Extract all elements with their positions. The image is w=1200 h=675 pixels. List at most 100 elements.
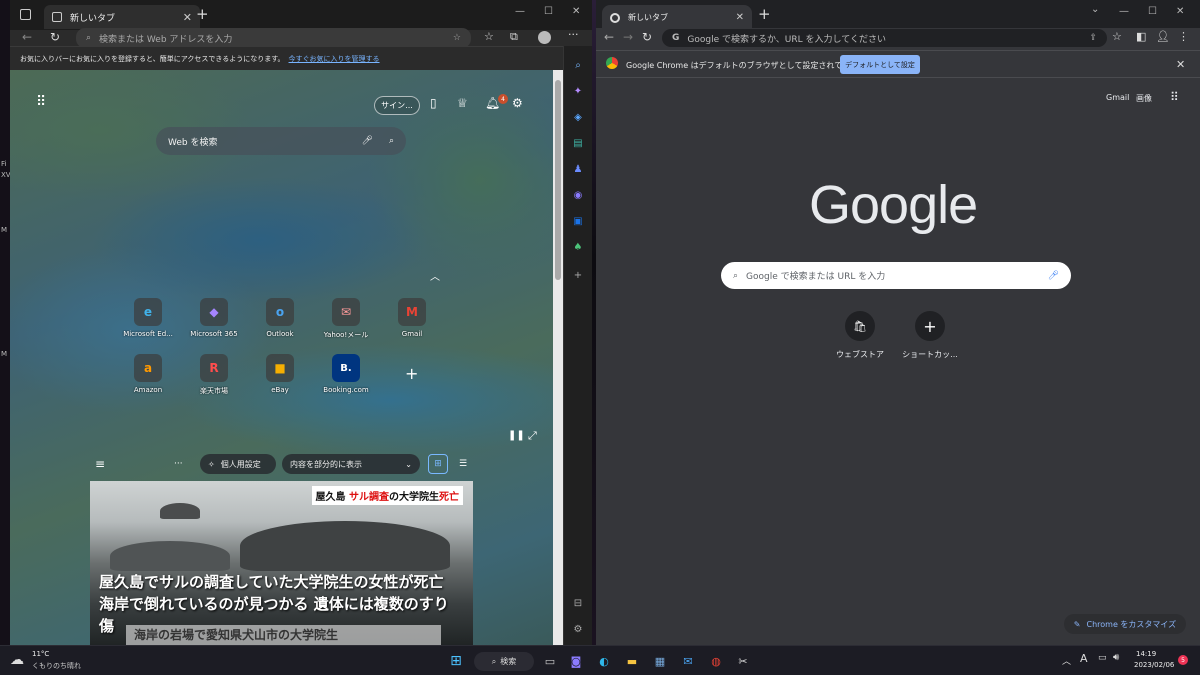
manage-favorites-link[interactable]: 今すぐお気に入りを管理する xyxy=(289,54,380,64)
apps-grid-icon[interactable]: ⠿ xyxy=(1170,90,1179,104)
list-view-icon[interactable]: ☰ xyxy=(453,454,473,474)
more-icon[interactable]: ··· xyxy=(174,459,183,469)
discover-icon[interactable]: ✦ xyxy=(571,84,585,98)
taskbar-search-button[interactable]: ⌕ 検索 xyxy=(474,652,534,671)
snipping-tool-icon[interactable]: ✂ xyxy=(733,651,753,671)
volume-icon[interactable]: 🔊︎ xyxy=(1113,652,1119,663)
quick-link-tile[interactable]: R 楽天市場 xyxy=(183,354,245,396)
m365-icon[interactable]: ◉ xyxy=(571,188,585,202)
quick-link-tile[interactable]: a Amazon xyxy=(117,354,179,394)
share-icon[interactable]: ⇪ xyxy=(1089,33,1097,43)
quick-link-tile[interactable]: ■ eBay xyxy=(249,354,311,394)
images-link[interactable]: 画像 xyxy=(1136,93,1152,104)
profile-avatar[interactable] xyxy=(538,31,551,44)
maximize-icon[interactable]: ☐ xyxy=(1148,6,1157,17)
desktop-icon-label[interactable]: M xyxy=(1,350,7,358)
chrome-active-tab[interactable]: 新しいタブ ✕ xyxy=(602,5,752,30)
gmail-link[interactable]: Gmail xyxy=(1106,93,1129,102)
close-window-icon[interactable]: ✕ xyxy=(1176,6,1184,17)
edge-address-bar[interactable]: ⌕ 検索または Web アドレスを入力 ☆ xyxy=(76,28,471,48)
weather-text[interactable]: くもりのち晴れ xyxy=(32,661,81,671)
shortcut-add[interactable]: + ショートカッ... xyxy=(895,311,965,360)
refresh-icon[interactable]: ↻ xyxy=(50,30,60,44)
news-headline[interactable]: 屋久島でサルの調査していた大学院生の女性が死亡 海岸で倒れているのが見つかる 遺… xyxy=(99,571,463,637)
grid-view-icon[interactable]: ⊞ xyxy=(428,454,448,474)
mail-icon[interactable]: ✉ xyxy=(678,651,698,671)
quick-link-tile[interactable]: ◆ Microsoft 365 xyxy=(183,298,245,338)
edge-scrollbar[interactable] xyxy=(553,70,563,645)
file-explorer-icon[interactable]: ▬ xyxy=(622,651,642,671)
customize-chrome-button[interactable]: ✎ Chrome をカスタマイズ xyxy=(1064,614,1186,634)
weather-temp[interactable]: 11°C xyxy=(32,650,49,658)
side-panel-icon[interactable]: ◧ xyxy=(1136,30,1146,43)
outlook-icon[interactable]: ▣ xyxy=(571,214,585,228)
ime-indicator[interactable]: A xyxy=(1080,652,1088,665)
back-icon[interactable]: ← xyxy=(22,30,32,44)
close-icon[interactable]: ✕ xyxy=(183,11,192,24)
clock-date[interactable]: 2023/02/06 xyxy=(1134,661,1174,669)
content-visibility-dropdown[interactable]: 内容を部分的に表示 ⌄ xyxy=(282,454,420,474)
start-windows-icon[interactable]: ⊞ xyxy=(446,651,466,671)
clock-time[interactable]: 14:19 xyxy=(1136,650,1156,658)
app-launcher-icon[interactable]: ⠿ xyxy=(36,94,46,110)
chrome-taskbar-icon[interactable]: ◍ xyxy=(706,651,726,671)
edge-active-tab[interactable]: 新しいタブ ✕ xyxy=(44,5,200,29)
minimize-icon[interactable]: — xyxy=(515,6,525,17)
close-infobar-icon[interactable]: ✕ xyxy=(1176,58,1185,71)
hamburger-icon[interactable]: ≡ xyxy=(95,457,105,471)
mobile-icon[interactable]: ▯ xyxy=(430,96,437,110)
favorites-icon[interactable]: ☆ xyxy=(484,30,494,43)
add-tile-icon[interactable]: + xyxy=(405,364,418,383)
profile-icon[interactable]: 👤︎ xyxy=(1156,30,1170,43)
notification-count-badge[interactable]: 5 xyxy=(1178,655,1188,665)
chrome-address-bar[interactable]: G Google で検索するか、URL を入力してください ⇪ xyxy=(662,29,1107,47)
settings-gear-icon[interactable]: ⚙ xyxy=(571,622,585,636)
shortcut-webstore[interactable]: 🛍︎ ウェブストア xyxy=(825,311,895,360)
back-icon[interactable]: ← xyxy=(604,30,614,44)
microphone-icon[interactable]: 🎤︎ xyxy=(1048,271,1059,281)
desktop-icon-label[interactable]: Fi xyxy=(1,160,6,168)
google-search-box[interactable]: ⌕ Google で検索または URL を入力 🎤︎ xyxy=(721,262,1071,289)
drop-icon[interactable]: ♠ xyxy=(571,240,585,254)
games-icon[interactable]: ♟ xyxy=(571,162,585,176)
sign-in-button[interactable]: サイン... xyxy=(374,96,420,115)
quick-link-tile[interactable]: e Microsoft Ed... xyxy=(117,298,179,338)
set-default-button[interactable]: デフォルトとして設定 xyxy=(840,55,920,74)
quick-link-tile[interactable]: B. Booking.com xyxy=(315,354,377,394)
rewards-icon[interactable]: ♕ xyxy=(457,96,468,110)
close-icon[interactable]: ✕ xyxy=(736,12,744,23)
network-icon[interactable]: ▭ xyxy=(1098,653,1107,663)
sidebar-layout-icon[interactable]: ⊟ xyxy=(571,596,585,610)
new-tab-icon[interactable]: + xyxy=(196,5,209,23)
settings-gear-icon[interactable]: ⚙ xyxy=(512,96,523,110)
task-view-icon[interactable]: ▭ xyxy=(540,651,560,671)
new-tab-icon[interactable]: + xyxy=(758,5,771,23)
news-card[interactable]: 屋久島 サル調査の大学院生死亡 海岸の岩場で愛知県犬山市の大学院生 屋久島でサル… xyxy=(90,481,473,645)
store-icon[interactable]: ▦ xyxy=(650,651,670,671)
maximize-icon[interactable]: ☐ xyxy=(544,6,553,17)
tab-search-icon[interactable]: ⌄ xyxy=(1091,4,1099,15)
tools-icon[interactable]: ▤ xyxy=(571,136,585,150)
personalize-button[interactable]: ✧ 個人用設定 xyxy=(200,454,276,474)
teams-chat-icon[interactable]: ◙ xyxy=(566,651,586,671)
more-icon[interactable]: ··· xyxy=(568,28,579,41)
tray-chevron-icon[interactable]: ︿ xyxy=(1062,654,1071,667)
pause-icon[interactable]: ❚❚ xyxy=(508,430,525,441)
minimize-icon[interactable]: — xyxy=(1119,6,1129,17)
edge-taskbar-icon[interactable]: ◐ xyxy=(594,651,614,671)
search-icon[interactable]: ⌕ xyxy=(571,58,585,72)
tab-actions-icon[interactable] xyxy=(20,9,31,20)
quick-link-tile[interactable]: o Outlook xyxy=(249,298,311,338)
bookmark-star-icon[interactable]: ☆ xyxy=(1112,30,1122,43)
collections-icon[interactable]: ⧉ xyxy=(510,30,518,44)
expand-icon[interactable]: ⤢ xyxy=(528,429,537,443)
refresh-icon[interactable]: ↻ xyxy=(642,30,652,44)
collapse-chevron-icon[interactable]: ︿ xyxy=(430,268,440,283)
quick-link-tile[interactable]: ✉ Yahoo!メール xyxy=(315,298,377,340)
microphone-icon[interactable]: 🎤︎ xyxy=(362,136,373,146)
desktop-icon-label[interactable]: M xyxy=(1,226,7,234)
scrollbar-thumb[interactable] xyxy=(555,80,561,280)
add-icon[interactable]: + xyxy=(571,268,585,282)
web-search-box[interactable]: Web を検索 🎤︎ ⌕ xyxy=(156,127,406,155)
forward-icon[interactable]: → xyxy=(623,30,633,44)
